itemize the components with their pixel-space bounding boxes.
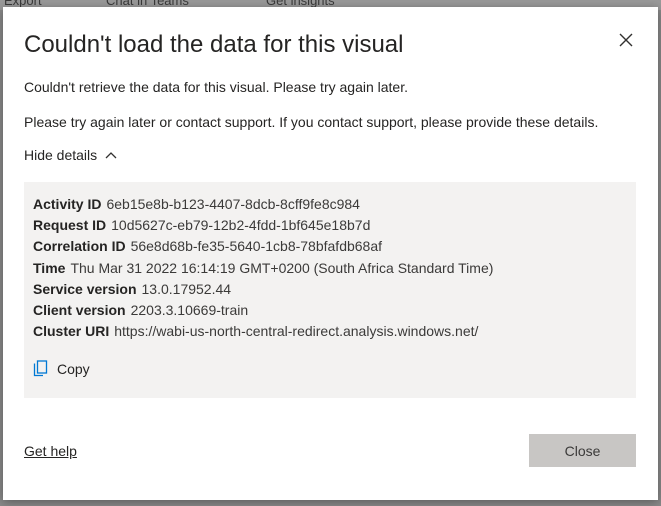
- details-panel: Activity ID 6eb15e8b-b123-4407-8dcb-8cff9…: [24, 182, 636, 398]
- detail-value: https://wabi-us-north-central-redirect.a…: [114, 323, 479, 339]
- detail-value: 10d5627c-eb79-12b2-4fdd-1bf645e18b7d: [111, 217, 371, 233]
- detail-row-time: Time Thu Mar 31 2022 16:14:19 GMT+0200 (S…: [33, 260, 493, 276]
- detail-key: Request ID: [33, 217, 107, 233]
- detail-value: 2203.3.10669-train: [130, 302, 249, 318]
- copy-label: Copy: [57, 361, 90, 377]
- detail-value: 6eb15e8b-b123-4407-8dcb-8cff9fe8c984: [106, 196, 360, 212]
- detail-key: Cluster URI: [33, 323, 110, 339]
- detail-value: 13.0.17952.44: [141, 281, 232, 297]
- detail-value: Thu Mar 31 2022 16:14:19 GMT+0200 (South…: [70, 260, 494, 276]
- detail-row-cluster-uri: Cluster URI https://wabi-us-north-central…: [33, 323, 478, 339]
- detail-row-client-version: Client version 2203.3.10669-train: [33, 302, 248, 318]
- support-message: Please try again later or contact suppor…: [24, 114, 599, 130]
- hide-details-toggle[interactable]: Hide details: [24, 147, 118, 163]
- detail-row-request-id: Request ID 10d5627c-eb79-12b2-4fdd-1bf645…: [33, 217, 370, 233]
- error-message: Couldn't retrieve the data for this visu…: [24, 79, 408, 95]
- detail-key: Time: [33, 260, 66, 276]
- close-icon[interactable]: [615, 29, 637, 51]
- hide-details-label: Hide details: [24, 147, 98, 163]
- detail-value: 56e8d68b-fe35-5640-1cb8-78bfafdb68af: [130, 238, 383, 254]
- detail-key: Activity ID: [33, 196, 102, 212]
- copy-icon: [33, 360, 48, 377]
- close-button[interactable]: Close: [529, 434, 636, 467]
- detail-key: Correlation ID: [33, 238, 126, 254]
- detail-row-service-version: Service version 13.0.17952.44: [33, 281, 231, 297]
- chevron-up-icon: [105, 152, 117, 159]
- dialog-title: Couldn't load the data for this visual: [24, 31, 404, 58]
- detail-key: Service version: [33, 281, 137, 297]
- copy-button[interactable]: Copy: [33, 360, 90, 378]
- detail-row-activity-id: Activity ID 6eb15e8b-b123-4407-8dcb-8cff9…: [33, 196, 360, 212]
- detail-key: Client version: [33, 302, 126, 318]
- detail-row-correlation-id: Correlation ID 56e8d68b-fe35-5640-1cb8-78…: [33, 238, 382, 254]
- get-help-link[interactable]: Get help: [24, 443, 77, 459]
- error-dialog: Couldn't load the data for this visual C…: [3, 7, 658, 500]
